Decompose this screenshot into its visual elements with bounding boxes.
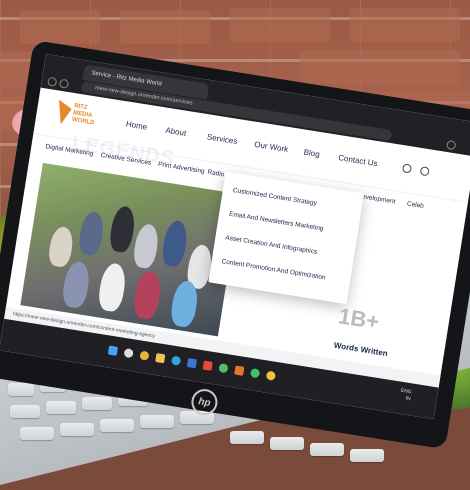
dropdown-item-content-strategy[interactable]: Customized Content Strategy bbox=[232, 187, 317, 207]
app-icon[interactable] bbox=[234, 365, 245, 376]
nav-services[interactable]: Services bbox=[206, 132, 238, 146]
nav-home[interactable]: Home bbox=[125, 119, 147, 131]
nav-about[interactable]: About bbox=[165, 126, 187, 138]
app-icon[interactable] bbox=[249, 368, 261, 379]
menu-celeb[interactable]: Celeb bbox=[406, 200, 424, 210]
app-icon[interactable] bbox=[265, 370, 277, 381]
search-taskbar-icon[interactable] bbox=[123, 348, 134, 359]
share-icon[interactable] bbox=[419, 166, 430, 177]
forward-icon[interactable] bbox=[58, 78, 70, 89]
team-photo bbox=[20, 162, 241, 337]
nav-blog[interactable]: Blog bbox=[303, 148, 320, 159]
stat-value: 1B+ bbox=[336, 303, 382, 335]
profile-icon[interactable] bbox=[446, 139, 457, 151]
file-explorer-icon[interactable] bbox=[155, 353, 166, 364]
dropdown-item-content-promotion[interactable]: Content Promotion And Optimization bbox=[221, 258, 326, 281]
logo-text: RITZ MEDIA WORLD bbox=[71, 103, 95, 127]
logo-mark-icon bbox=[55, 100, 73, 126]
app-icon[interactable] bbox=[218, 363, 229, 374]
screen: Service - Ritz Media World mew-new-desig… bbox=[0, 54, 470, 420]
back-icon[interactable] bbox=[47, 76, 58, 88]
windows-start-icon[interactable] bbox=[107, 345, 119, 356]
stat-label: Words Written bbox=[333, 340, 389, 359]
site-logo[interactable]: RITZ MEDIA WORLD bbox=[54, 97, 99, 137]
app-icon[interactable] bbox=[202, 360, 213, 371]
region-code: IN bbox=[405, 395, 411, 403]
content-marketing-dropdown: Customized Content Strategy Email And Ne… bbox=[208, 171, 365, 305]
nav-contact[interactable]: Contact Us bbox=[338, 153, 378, 168]
search-icon[interactable] bbox=[401, 163, 413, 174]
dropdown-item-asset-creation[interactable]: Asset Creation And Infographics bbox=[225, 234, 318, 255]
edge-icon[interactable] bbox=[170, 355, 182, 366]
language-indicator[interactable]: ENG IN bbox=[399, 388, 412, 404]
store-icon[interactable] bbox=[186, 358, 198, 369]
laptop-screen-bezel: Service - Ritz Media World mew-new-desig… bbox=[0, 40, 470, 450]
menu-print-advertising[interactable]: Print Advertising bbox=[158, 161, 205, 175]
chrome-icon[interactable] bbox=[139, 350, 150, 361]
dropdown-item-email-marketing[interactable]: Email And Newsletters Marketing bbox=[229, 211, 324, 233]
nav-our-work[interactable]: Our Work bbox=[254, 140, 289, 154]
